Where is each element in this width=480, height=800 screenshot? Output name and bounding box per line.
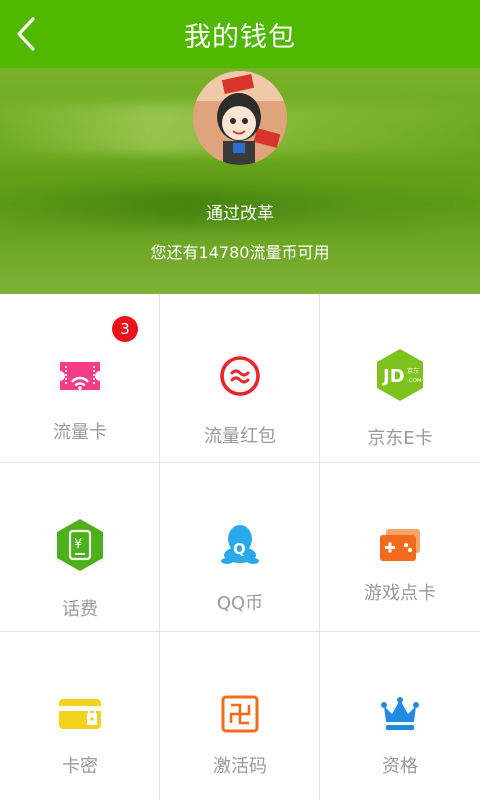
menu-item-jd-card[interactable]: JD 京东 .COM 京东E卡 [320, 294, 480, 463]
phone-bill-icon: ¥ [54, 517, 106, 573]
red-envelope-icon [216, 352, 264, 400]
menu-item-label: 话费 [62, 599, 98, 620]
avatar[interactable] [193, 71, 287, 165]
jd-icon: JD 京东 .COM [374, 348, 426, 402]
card-password-icon [56, 690, 104, 738]
title-bar: 我的钱包 [0, 0, 480, 68]
svg-text:京东: 京东 [407, 367, 419, 375]
page-title: 我的钱包 [184, 21, 296, 53]
game-card-icon [376, 521, 424, 569]
back-button[interactable] [6, 10, 46, 58]
menu-item-game-card[interactable]: 游戏点卡 [320, 463, 480, 632]
menu-item-label: 游戏点卡 [364, 583, 436, 604]
avatar-image [193, 71, 287, 165]
activation-code-icon [216, 690, 264, 738]
user-name: 通过改革 [206, 204, 274, 224]
qq-icon: Q [216, 519, 264, 567]
balance-text: 您还有14780流量币可用 [150, 243, 330, 262]
svg-text:Q: Q [233, 540, 246, 558]
data-card-icon [56, 352, 104, 400]
crown-icon [376, 690, 424, 738]
svg-text:JD: JD [381, 366, 405, 387]
menu-item-label: 资格 [382, 756, 418, 777]
menu-item-label: 激活码 [213, 756, 267, 777]
svg-text:.COM: .COM [407, 378, 422, 384]
wallet-banner: 通过改革 您还有14780流量币可用 [0, 68, 480, 294]
menu-item-phone-bill[interactable]: ¥ 话费 [0, 463, 160, 632]
menu-item-qualification[interactable]: 资格 [320, 632, 480, 800]
menu-item-label: 卡密 [62, 756, 98, 777]
menu-item-label: QQ币 [216, 593, 264, 614]
menu-item-data-card[interactable]: 流量卡 3 [0, 294, 160, 463]
wallet-menu-grid: 流量卡 3 流量红包 JD 京东 .COM 京东E卡 ¥ 话费 Q QQ币 游戏… [0, 294, 480, 800]
back-chevron-icon [17, 17, 35, 51]
menu-item-activation-code[interactable]: 激活码 [160, 632, 320, 800]
menu-item-label: 流量卡 [53, 422, 107, 443]
menu-item-qq-coin[interactable]: Q QQ币 [160, 463, 320, 632]
menu-item-label: 流量红包 [204, 426, 276, 447]
menu-item-card-password[interactable]: 卡密 [0, 632, 160, 800]
menu-item-label: 京东E卡 [367, 428, 433, 449]
menu-item-red-envelope[interactable]: 流量红包 [160, 294, 320, 463]
svg-text:¥: ¥ [74, 537, 82, 552]
notification-badge: 3 [112, 316, 138, 342]
